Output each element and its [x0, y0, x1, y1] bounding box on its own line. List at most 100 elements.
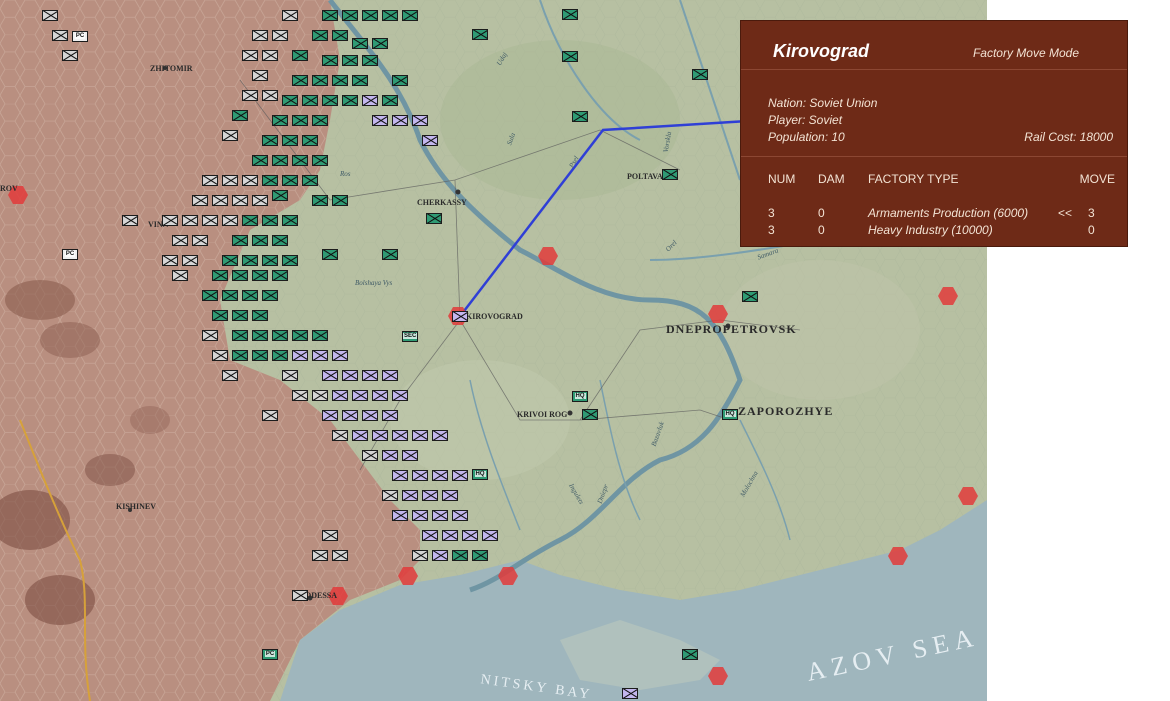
axis-unit-counter[interactable]	[432, 430, 448, 441]
axis-unit-counter[interactable]	[372, 430, 388, 441]
soviet-unit-counter[interactable]	[312, 195, 328, 206]
german-unit-counter[interactable]	[52, 30, 68, 41]
german-unit-counter[interactable]	[222, 175, 238, 186]
german-unit-counter[interactable]	[282, 10, 298, 21]
german-unit-counter[interactable]	[62, 50, 78, 61]
german-unit-counter[interactable]	[182, 255, 198, 266]
soviet-unit-counter[interactable]	[382, 10, 398, 21]
german-unit-counter[interactable]	[222, 130, 238, 141]
move-left-button[interactable]: <<	[1058, 206, 1072, 220]
soviet-unit-counter[interactable]	[232, 110, 248, 121]
axis-unit-counter[interactable]	[322, 370, 338, 381]
axis-unit-counter[interactable]	[392, 115, 408, 126]
german-unit-counter[interactable]	[362, 450, 378, 461]
axis-unit-counter[interactable]	[412, 470, 428, 481]
german-unit-counter[interactable]	[382, 490, 398, 501]
soviet-unit-counter[interactable]	[392, 75, 408, 86]
axis-unit-counter[interactable]	[382, 370, 398, 381]
soviet-unit-counter[interactable]	[242, 215, 258, 226]
soviet-unit-counter[interactable]	[222, 290, 238, 301]
factory-type-row[interactable]: Heavy Industry (10000)	[868, 223, 993, 237]
soviet-unit-counter[interactable]	[322, 55, 338, 66]
axis-unit-counter[interactable]	[392, 510, 408, 521]
soviet-unit-counter[interactable]	[272, 350, 288, 361]
soviet-unit-counter[interactable]	[282, 215, 298, 226]
soviet-unit-counter[interactable]	[562, 9, 578, 20]
german-unit-counter[interactable]	[232, 195, 248, 206]
soviet-unit-counter[interactable]	[252, 155, 268, 166]
soviet-unit-counter[interactable]	[282, 95, 298, 106]
axis-unit-counter[interactable]	[392, 430, 408, 441]
soviet-unit-counter[interactable]	[262, 215, 278, 226]
axis-unit-counter[interactable]	[462, 530, 478, 541]
soviet-unit-counter[interactable]	[332, 195, 348, 206]
soviet-unit-counter[interactable]	[312, 330, 328, 341]
axis-unit-counter[interactable]	[382, 450, 398, 461]
soviet-unit-counter[interactable]	[352, 38, 368, 49]
axis-unit-counter[interactable]	[312, 350, 328, 361]
axis-unit-counter[interactable]	[392, 470, 408, 481]
axis-unit-counter[interactable]	[412, 115, 428, 126]
axis-unit-counter[interactable]	[452, 510, 468, 521]
german-unit-counter[interactable]	[282, 370, 298, 381]
soviet-unit-counter[interactable]	[362, 55, 378, 66]
german-unit-counter[interactable]	[42, 10, 58, 21]
soviet-unit-counter[interactable]	[662, 169, 678, 180]
soviet-unit-counter[interactable]	[262, 175, 278, 186]
axis-unit-counter[interactable]	[412, 430, 428, 441]
soviet-unit-counter[interactable]	[312, 75, 328, 86]
axis-unit-counter[interactable]	[442, 530, 458, 541]
axis-unit-counter[interactable]	[402, 450, 418, 461]
soviet-unit-counter[interactable]	[212, 310, 228, 321]
soviet-unit-counter[interactable]	[312, 30, 328, 41]
soviet-unit-counter[interactable]	[272, 190, 288, 201]
soviet-unit-counter[interactable]	[692, 69, 708, 80]
german-unit-counter[interactable]	[252, 195, 268, 206]
soviet-unit-counter[interactable]	[322, 95, 338, 106]
german-unit-counter[interactable]	[212, 195, 228, 206]
soviet-unit-counter[interactable]	[252, 330, 268, 341]
german-unit-counter[interactable]	[292, 390, 308, 401]
german-unit-counter[interactable]	[162, 215, 178, 226]
axis-unit-counter[interactable]	[362, 410, 378, 421]
axis-unit-counter[interactable]	[352, 390, 368, 401]
german-unit-counter[interactable]	[172, 235, 188, 246]
soviet-unit-counter[interactable]	[452, 550, 468, 561]
soviet-unit-counter[interactable]	[262, 255, 278, 266]
german-unit-counter[interactable]	[202, 330, 218, 341]
german-unit-counter[interactable]	[262, 50, 278, 61]
soviet-unit-counter[interactable]	[282, 175, 298, 186]
soviet-unit-counter[interactable]	[252, 310, 268, 321]
german-unit-counter[interactable]	[332, 550, 348, 561]
soviet-unit-counter[interactable]	[342, 55, 358, 66]
soviet-unit-counter[interactable]	[282, 135, 298, 146]
german-unit-counter[interactable]	[242, 175, 258, 186]
axis-unit-counter[interactable]	[392, 390, 408, 401]
soviet-unit-counter[interactable]	[252, 350, 268, 361]
soviet-unit-counter[interactable]	[312, 155, 328, 166]
axis-unit-counter[interactable]	[342, 410, 358, 421]
soviet-unit-counter[interactable]	[472, 29, 488, 40]
soviet-unit-counter[interactable]	[582, 409, 598, 420]
german-unit-counter[interactable]	[192, 195, 208, 206]
partisan-counter[interactable]: PC	[72, 31, 88, 42]
german-unit-counter[interactable]	[192, 235, 208, 246]
soviet-unit-counter[interactable]	[352, 75, 368, 86]
german-unit-counter[interactable]	[172, 270, 188, 281]
soviet-unit-counter[interactable]	[272, 235, 288, 246]
axis-unit-counter[interactable]	[332, 390, 348, 401]
axis-unit-counter[interactable]	[402, 490, 418, 501]
soviet-unit-counter[interactable]	[302, 135, 318, 146]
soviet-unit-counter[interactable]	[292, 115, 308, 126]
german-unit-counter[interactable]	[292, 590, 308, 601]
soviet-unit-counter[interactable]	[402, 10, 418, 21]
german-unit-counter[interactable]	[242, 50, 258, 61]
soviet-unit-counter[interactable]	[242, 290, 258, 301]
axis-unit-counter[interactable]	[362, 370, 378, 381]
axis-unit-counter[interactable]	[482, 530, 498, 541]
axis-unit-counter[interactable]	[372, 390, 388, 401]
german-unit-counter[interactable]	[312, 550, 328, 561]
soviet-unit-counter[interactable]	[322, 249, 338, 260]
axis-unit-counter[interactable]	[422, 530, 438, 541]
soviet-unit-counter[interactable]	[302, 95, 318, 106]
